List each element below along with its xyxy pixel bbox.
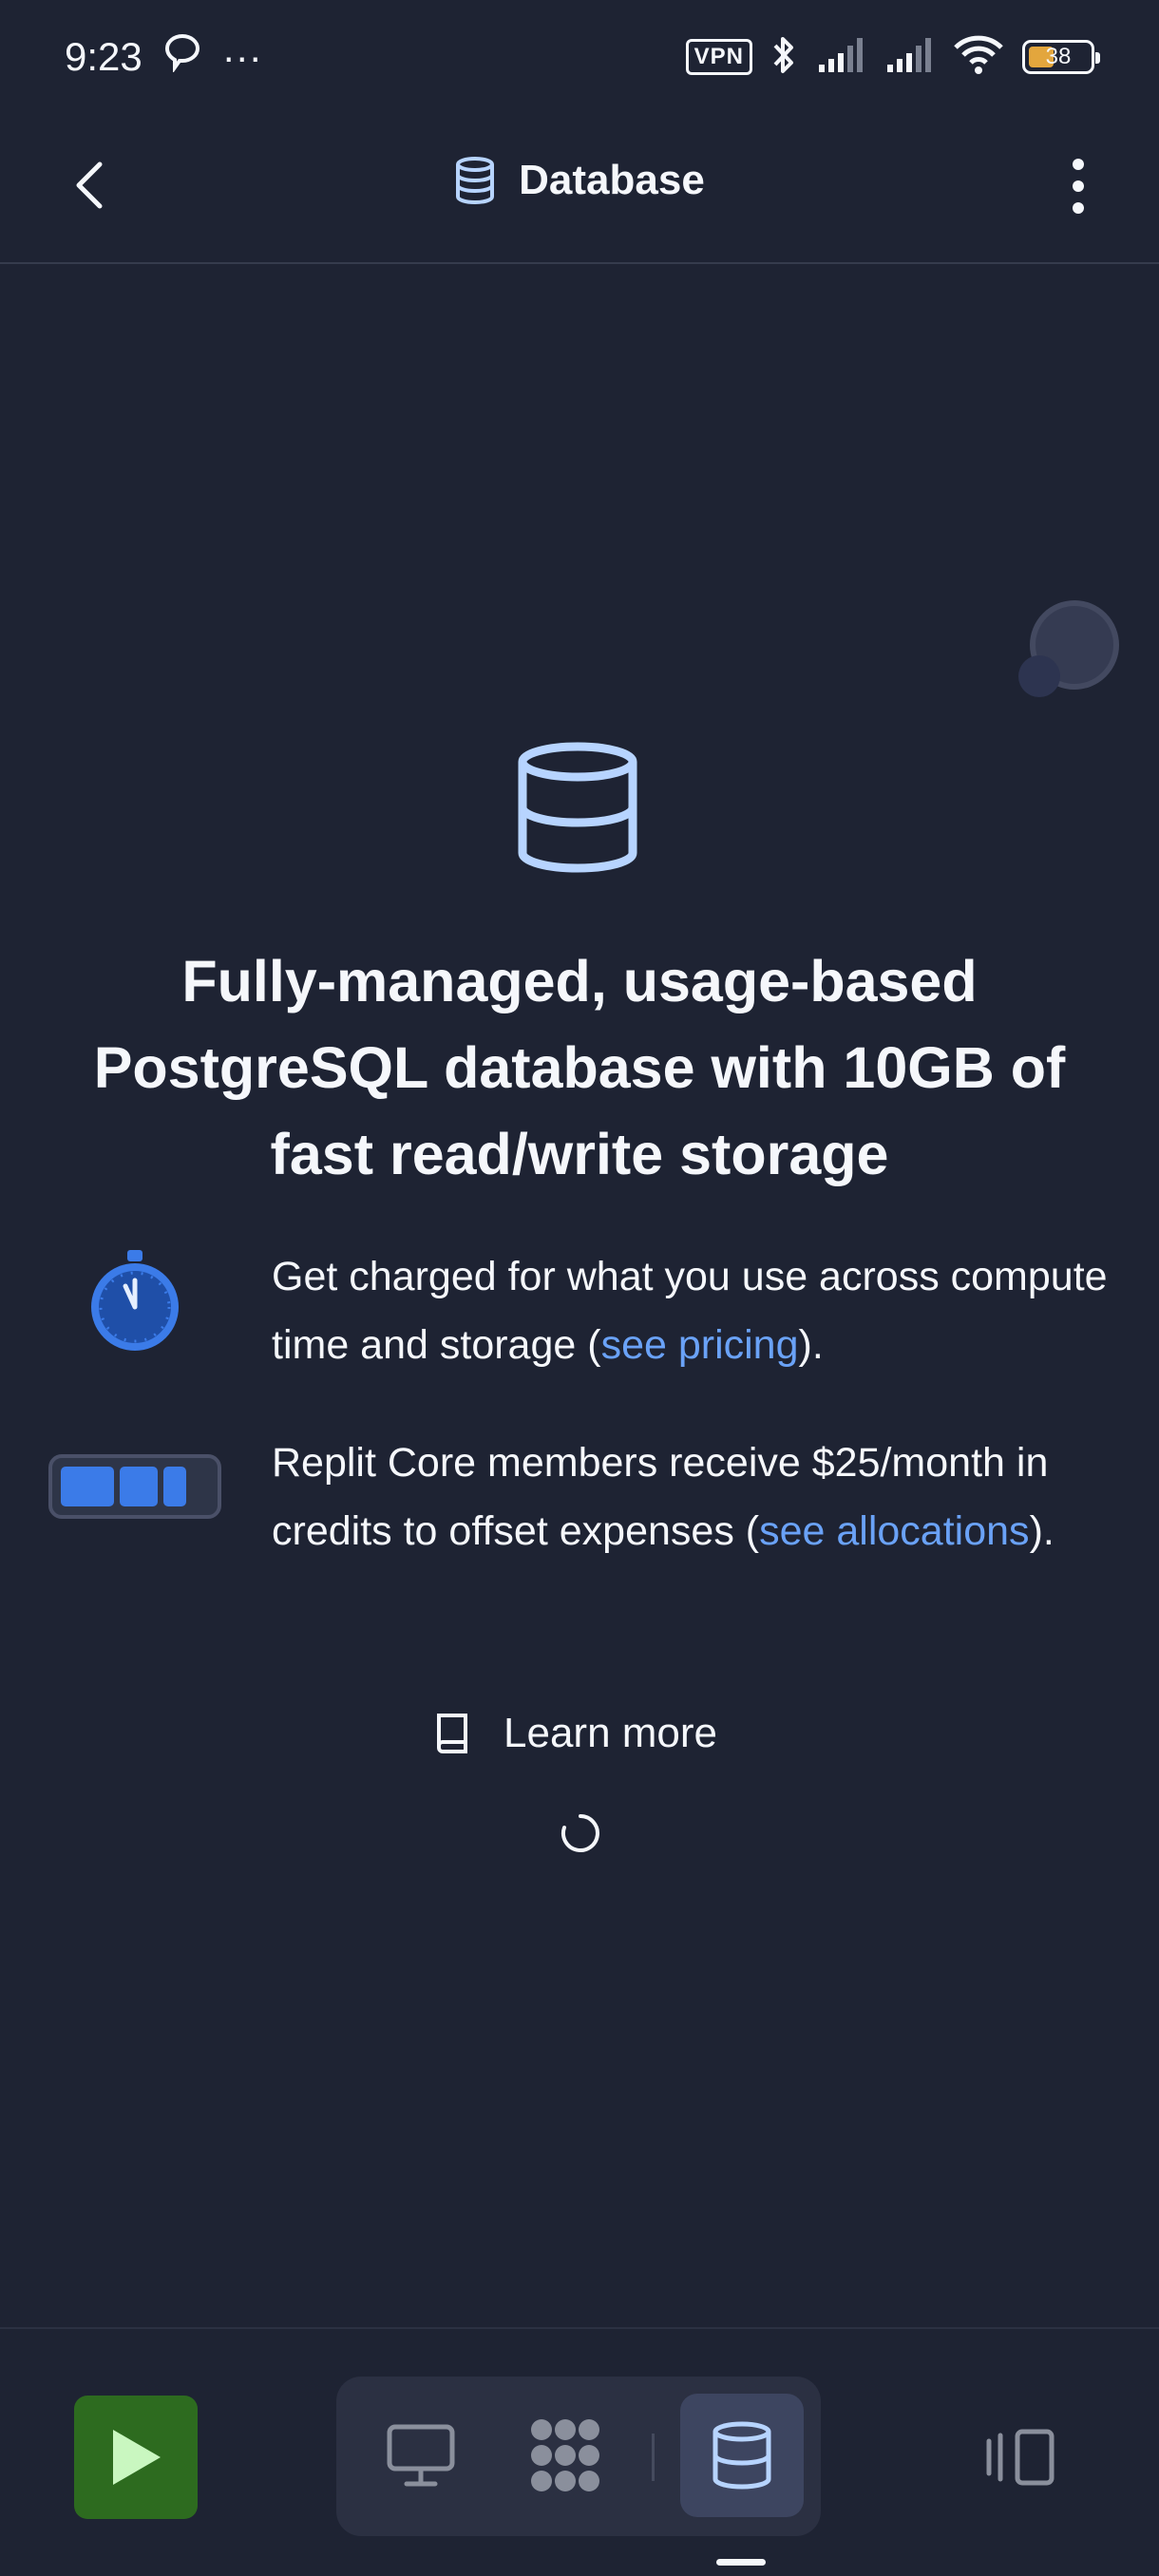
more-options-button[interactable] [1045,152,1112,220]
status-left: 9:23 ··· [65,32,262,82]
feature-allocations-text-end: ). [1029,1508,1054,1554]
play-icon [113,2430,161,2485]
run-button[interactable] [74,2396,198,2519]
battery-level: 38 [1045,44,1072,69]
more-vertical-icon [1073,159,1084,214]
bottom-toolbar [0,2327,1159,2576]
database-icon [712,2421,771,2490]
loading-spinner-icon [560,1812,600,1859]
status-bar: 9:23 ··· VPN 38 [0,0,1159,114]
feature-pricing-text-end: ). [798,1322,824,1368]
workflows-tool-button[interactable] [504,2394,627,2517]
tool-switcher [336,2377,821,2536]
panes-button[interactable] [978,2415,1064,2500]
avatar-badge [1018,655,1060,697]
battery-credits-icon [48,1453,222,1525]
app-header: Database [0,114,1159,264]
learn-more-label: Learn more [504,1710,718,1756]
monitor-icon [387,2424,455,2487]
battery-icon: 38 [1022,40,1100,74]
see-pricing-link[interactable]: see pricing [601,1322,799,1368]
headline: Fully-managed, usage-based PostgreSQL da… [93,949,1066,1186]
vpn-badge: VPN [685,39,752,75]
status-right: VPN 38 [685,33,1100,82]
signal-icon [884,36,935,79]
wifi-icon [952,34,1005,81]
home-indicator[interactable] [716,2559,766,2566]
book-icon [437,1714,467,1753]
page-title-text: Database [519,157,705,203]
bluetooth-icon [770,33,798,82]
database-hero-icon [513,741,642,884]
webview-tool-button[interactable] [359,2394,483,2517]
see-allocations-link[interactable]: see allocations [759,1508,1029,1554]
signal-icon [815,36,866,79]
learn-more-button[interactable]: Learn more [433,1700,717,1767]
workflows-icon [531,2419,599,2491]
page-title: Database [0,156,1159,205]
feature-allocations: Replit Core members receive $25/month in… [272,1429,1127,1565]
database-tool-button[interactable] [680,2394,804,2517]
status-more: ··· [221,34,262,79]
tool-divider [652,2434,655,2481]
panes-icon [986,2429,1054,2486]
status-time: 9:23 [65,34,142,79]
chat-bubble-icon [163,32,201,82]
database-icon [456,157,495,205]
stopwatch-icon [86,1248,184,1359]
feature-pricing: Get charged for what you use across comp… [272,1242,1127,1379]
